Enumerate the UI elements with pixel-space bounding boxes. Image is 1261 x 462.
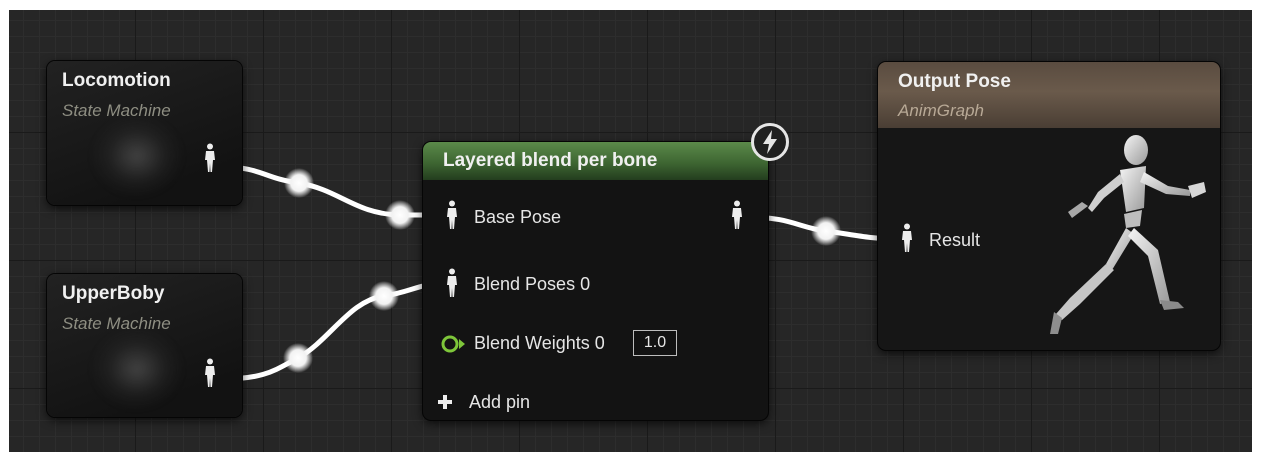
result-pin-icon[interactable] [899, 223, 915, 253]
lightning-bolt-icon [751, 123, 789, 161]
blend-poses-pin-icon[interactable] [444, 268, 460, 298]
add-pin-button[interactable]: Add pin [469, 392, 530, 413]
pose-output-pin-icon[interactable] [202, 143, 218, 173]
output-pose-node[interactable]: Output Pose AnimGraph Result [878, 62, 1220, 350]
node-title: Output Pose [898, 71, 1011, 92]
base-pose-label: Base Pose [474, 207, 562, 227]
node-subtitle: State Machine [62, 101, 171, 120]
layered-blend-per-bone-node[interactable]: Layered blend per bone Base Pose Blend P… [423, 142, 768, 420]
pose-output-pin-icon[interactable] [729, 200, 745, 230]
node-subtitle: State Machine [62, 314, 171, 333]
node-preview-glow [92, 116, 182, 196]
node-preview-glow [92, 329, 182, 409]
pose-output-pin-icon[interactable] [202, 358, 218, 388]
blend-weight-input[interactable]: 1.0 [633, 330, 677, 356]
blend-weights-label: Blend Weights 0 [474, 333, 605, 353]
node-title: UpperBoby [62, 283, 165, 304]
base-pose-pin-icon[interactable] [444, 200, 460, 230]
mannequin-running-icon [1050, 135, 1206, 334]
locomotion-node[interactable]: Locomotion State Machine [47, 61, 242, 205]
upperbody-node[interactable]: UpperBoby State Machine [47, 274, 242, 417]
float-pin-icon[interactable] [440, 334, 466, 354]
node-subtitle: AnimGraph [898, 101, 984, 120]
node-title: Layered blend per bone [443, 150, 658, 171]
plus-icon[interactable] [437, 394, 453, 410]
blend-poses-label: Blend Poses 0 [474, 274, 591, 294]
result-label: Result [929, 230, 981, 250]
node-title: Locomotion [62, 70, 171, 91]
